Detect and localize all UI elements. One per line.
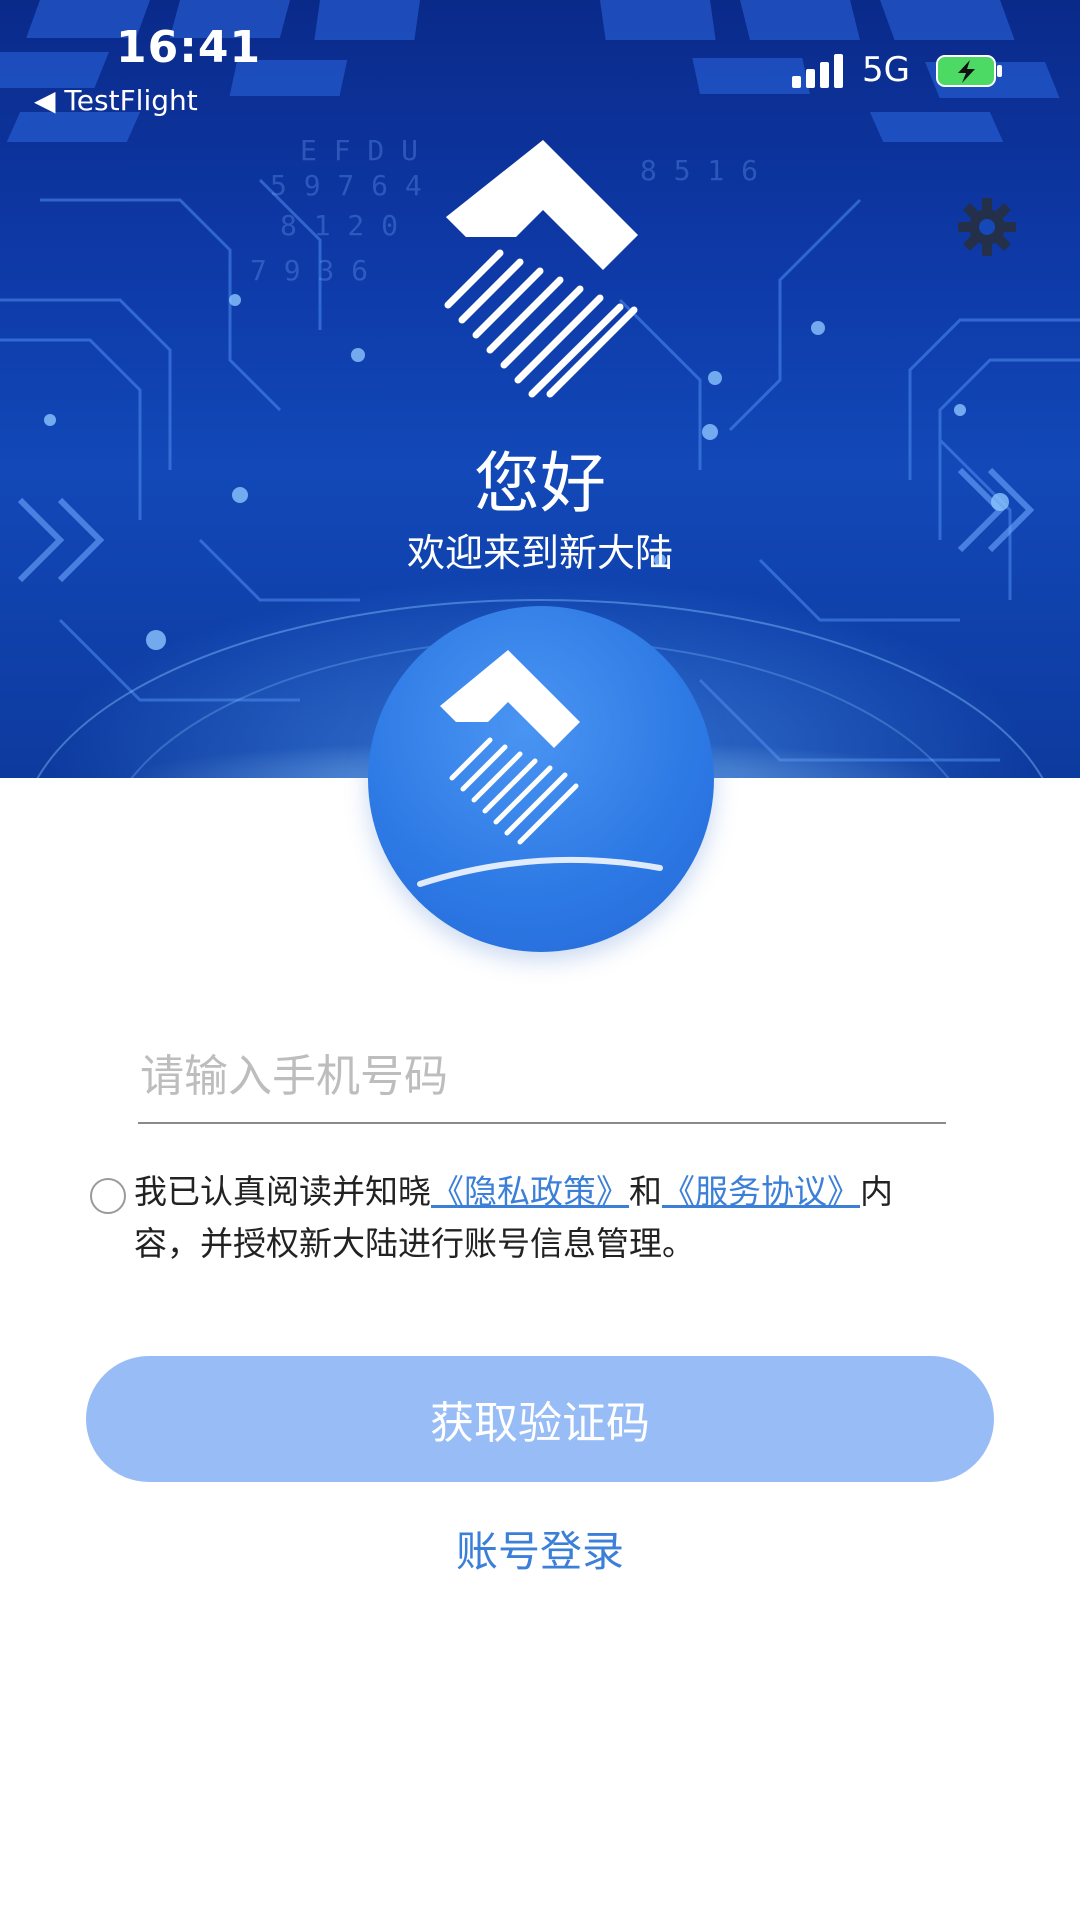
phone-number-input[interactable] <box>138 1030 946 1124</box>
battery-charging-icon <box>936 55 1002 87</box>
status-time: 16:41 <box>116 22 262 73</box>
agreement-radio[interactable] <box>90 1178 126 1214</box>
welcome-subtitle: 欢迎来到新大陆 <box>406 531 673 575</box>
network-type: 5G <box>862 50 910 90</box>
agreement-and: 和 <box>629 1172 662 1211</box>
back-to-app-link[interactable]: ◀ TestFlight <box>34 84 198 117</box>
svg-text:7 9 3 6: 7 9 3 6 <box>250 254 368 287</box>
xindalu-logo <box>444 140 638 398</box>
signal-bars-icon <box>792 54 843 88</box>
service-agreement-link[interactable]: 《服务协议》 <box>662 1172 860 1211</box>
account-login-link[interactable]: 账号登录 <box>0 1518 1080 1579</box>
xindalu-logo <box>417 650 663 887</box>
app-logo-badge <box>368 606 714 952</box>
agreement-prefix: 我已认真阅读并知晓 <box>134 1172 431 1211</box>
privacy-policy-link[interactable]: 《隐私政策》 <box>431 1172 629 1211</box>
svg-text:E F D U: E F D U <box>300 134 418 167</box>
gear-icon[interactable] <box>956 196 1018 258</box>
agreement-text: 我已认真阅读并知晓《隐私政策》和《服务协议》内容，并授权新大陆进行账号信息管理。 <box>134 1166 954 1270</box>
svg-text:8 1 2 0: 8 1 2 0 <box>280 209 398 242</box>
greeting-title: 您好 <box>474 445 606 522</box>
get-verification-code-button[interactable]: 获取验证码 <box>86 1356 994 1482</box>
svg-text:8 5 1 6: 8 5 1 6 <box>640 154 758 187</box>
svg-text:5 9 7 6 4: 5 9 7 6 4 <box>270 169 422 202</box>
